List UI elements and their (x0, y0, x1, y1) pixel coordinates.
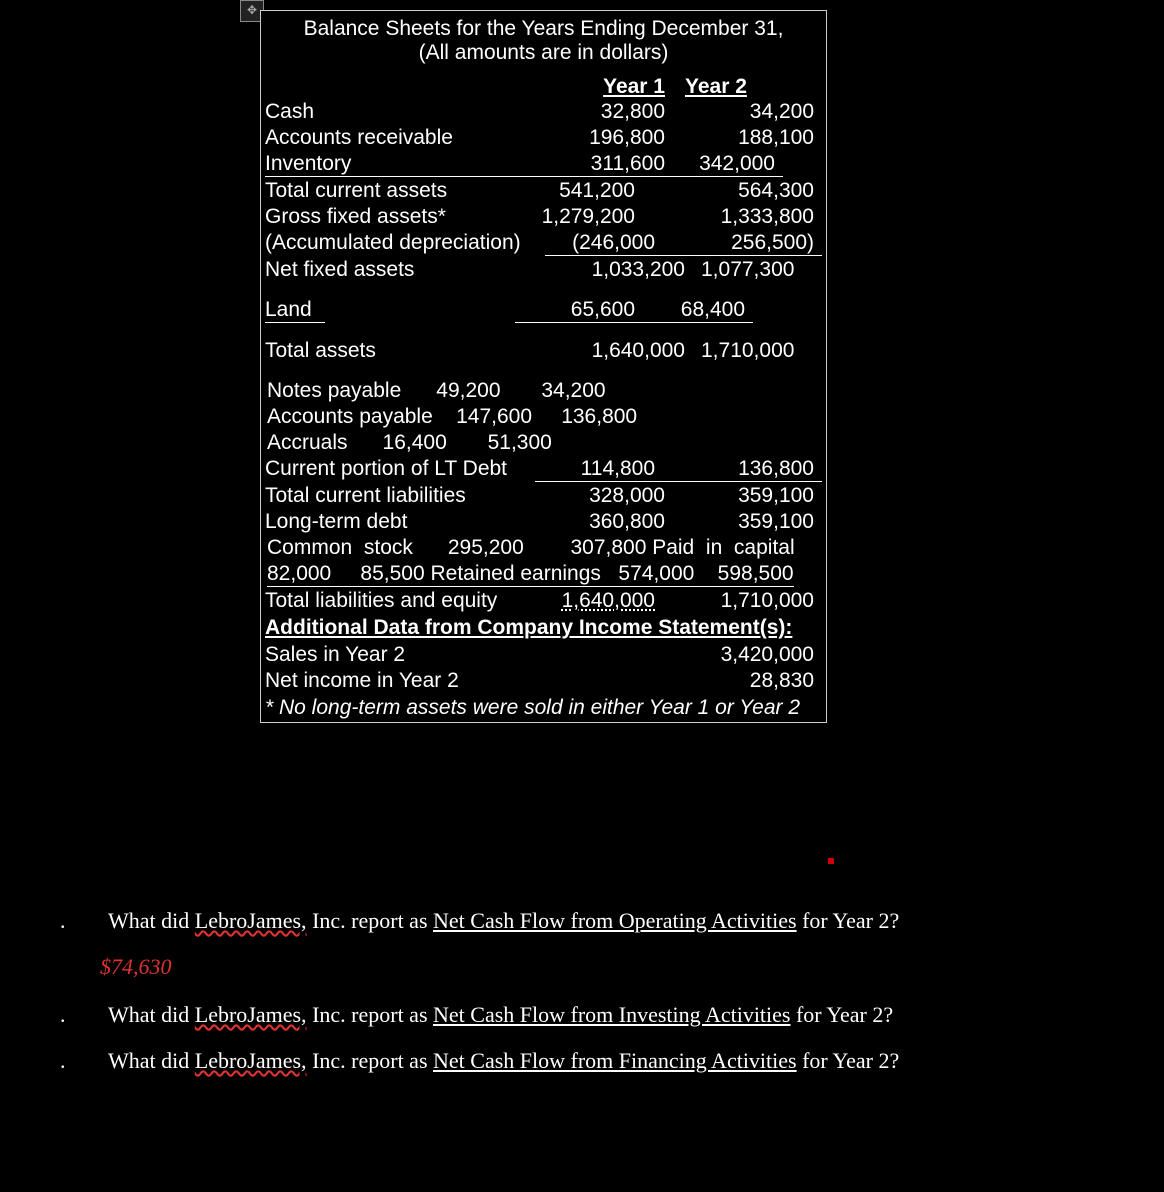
key-investing: Net Cash Flow from Investing Activities (433, 1002, 790, 1027)
row-accounts-payable: Accounts payable 147,600 136,800 (261, 404, 826, 430)
question-investing: . What did LebroJames, Inc. report as Ne… (108, 1002, 1110, 1028)
questions-block: . What did LebroJames, Inc. report as Ne… (60, 888, 1110, 1094)
bullet-icon: . (60, 908, 66, 934)
row-retained-earnings: 82,000 85,500 Retained earnings 574,000 … (261, 561, 826, 588)
footnote-no-asset-sales: * No long-term assets were sold in eithe… (261, 694, 826, 722)
redaction-blob (60, 888, 98, 936)
header-year-1: Year 1 (515, 75, 675, 99)
row-current-portion-lt-debt: Current portion of LT Debt 114,800 136,8… (261, 456, 826, 483)
answer-operating: $74,630 (100, 954, 1110, 980)
row-ar: Accounts receivable 196,800 188,100 (261, 125, 826, 151)
row-gross-fixed-assets: Gross fixed assets* 1,279,200 1,333,800 (261, 204, 826, 230)
row-common-stock-paid-capital: Common stock 295,200 307,800 Paid in cap… (261, 535, 826, 561)
row-inventory: Inventory 311,600 342,000 (261, 151, 826, 178)
row-total-current-liab: Total current liabilities 328,000 359,10… (261, 483, 826, 509)
sheet-title-line2: (All amounts are in dollars) (261, 41, 826, 65)
row-accruals: Accruals 16,400 51,300 (261, 430, 826, 456)
company-name: LebroJames, (195, 1002, 307, 1027)
row-net-income-year2: Net income in Year 2 28,830 (261, 668, 826, 694)
company-name: LebroJames, (195, 908, 307, 933)
header-year-2: Year 2 (675, 75, 822, 99)
row-long-term-debt: Long-term debt 360,800 359,100 (261, 509, 826, 535)
bullet-icon: . (60, 1002, 66, 1028)
redaction-blob (60, 1006, 98, 1080)
company-name: LebroJames, (195, 1048, 307, 1073)
row-total-assets: Total assets 1,640,000 1,710,000 (261, 338, 826, 364)
column-headers: Year 1 Year 2 (261, 69, 826, 99)
question-operating: . What did LebroJames, Inc. report as Ne… (108, 908, 1110, 934)
question-financing: . What did LebroJames, Inc. report as Ne… (108, 1048, 1110, 1074)
row-total-liab-equity: Total liabilities and equity 1,640,000 1… (261, 588, 826, 614)
row-total-current-assets: Total current assets 541,200 564,300 (261, 178, 826, 204)
resize-handle-icon[interactable] (828, 858, 834, 864)
sheet-title-line1: Balance Sheets for the Years Ending Dece… (261, 17, 826, 41)
row-land: Land 65,600 68,400 (261, 297, 826, 324)
balance-sheet-table: Balance Sheets for the Years Ending Dece… (260, 10, 827, 723)
row-cash: Cash 32,800 34,200 (261, 99, 826, 125)
row-accum-depr: (Accumulated depreciation) (246,000 256,… (261, 230, 826, 257)
row-net-fixed-assets: Net fixed assets 1,033,200 1,077,300 (261, 257, 826, 283)
key-financing: Net Cash Flow from Financing Activities (433, 1048, 797, 1073)
additional-data-heading: Additional Data from Company Income Stat… (261, 614, 826, 642)
row-sales-year2: Sales in Year 2 3,420,000 (261, 642, 826, 668)
row-notes-payable: Notes payable 49,200 34,200 (261, 378, 826, 404)
bullet-icon: . (60, 1048, 66, 1074)
key-operating: Net Cash Flow from Operating Activities (433, 908, 797, 933)
